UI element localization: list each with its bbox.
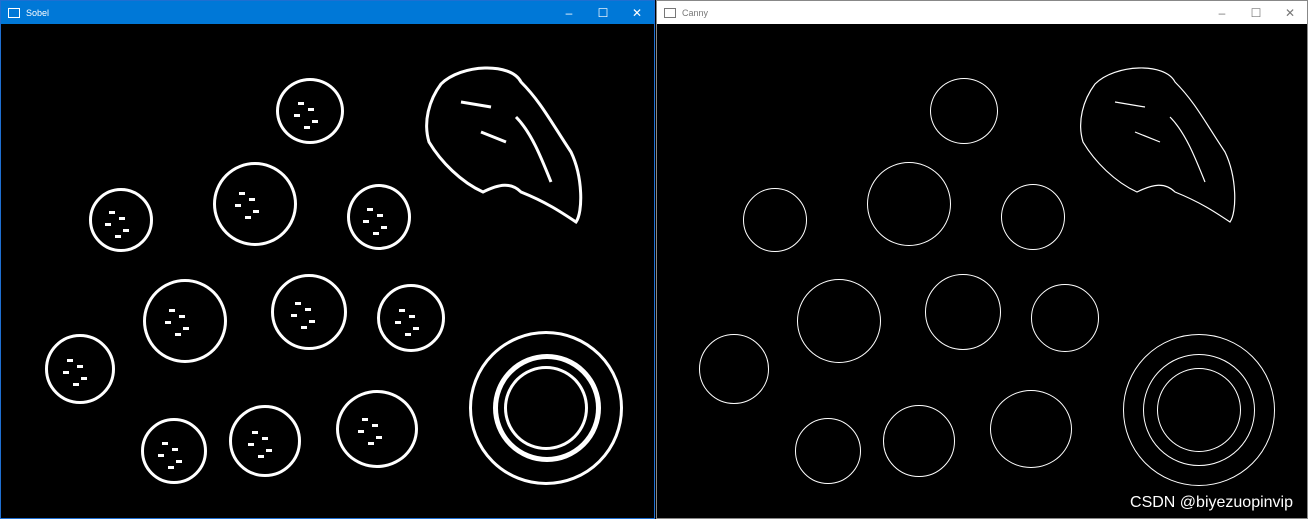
sobel-titlebar[interactable]: Sobel – ☐ ✕	[1, 1, 654, 24]
coin-edge	[377, 284, 445, 352]
large-ring-hole-edge	[504, 366, 588, 450]
watermark: CSDN @biyezuopinvip	[1130, 494, 1293, 511]
sobel-window: Sobel – ☐ ✕	[0, 0, 655, 519]
coin-edge	[271, 274, 347, 350]
coin-edge	[89, 188, 153, 252]
coin-edge	[45, 334, 115, 404]
canny-edge-image: CSDN @biyezuopinvip	[657, 24, 1307, 518]
close-button[interactable]: ✕	[1273, 1, 1307, 24]
coin-edge	[930, 78, 998, 144]
sobel-edge-image	[1, 24, 654, 518]
maximize-button[interactable]: ☐	[586, 1, 620, 24]
sobel-window-title: Sobel	[26, 7, 50, 18]
large-ring-hole-edge	[1157, 368, 1241, 452]
window-icon	[664, 7, 676, 18]
coin-edge	[699, 334, 769, 404]
irregular-object-edge	[1080, 67, 1236, 223]
canny-titlebar[interactable]: Canny – ☐ ✕	[657, 1, 1307, 24]
coin-edge	[797, 279, 881, 363]
minimize-button[interactable]: –	[1205, 1, 1239, 24]
coin-edge	[743, 188, 807, 252]
coin-edge	[347, 184, 411, 250]
maximize-button[interactable]: ☐	[1239, 1, 1273, 24]
irregular-object-edge	[425, 66, 583, 225]
coin-edge	[925, 274, 1001, 350]
window-icon	[8, 7, 20, 18]
coin-edge	[1031, 284, 1099, 352]
canny-window-title: Canny	[682, 7, 709, 18]
coin-edge	[1001, 184, 1065, 250]
close-button[interactable]: ✕	[620, 1, 654, 24]
coin-edge	[229, 405, 301, 477]
coin-edge	[883, 405, 955, 477]
minimize-button[interactable]: –	[552, 1, 586, 24]
coin-edge	[795, 418, 861, 484]
canny-window: Canny – ☐ ✕ CSDN @biyezuopinvip	[656, 0, 1308, 519]
coin-edge	[276, 78, 344, 144]
coin-edge	[990, 390, 1072, 468]
coin-edge	[867, 162, 951, 246]
coin-edge	[141, 418, 207, 484]
coin-edge	[213, 162, 297, 246]
coin-edge	[336, 390, 418, 468]
coin-edge	[143, 279, 227, 363]
